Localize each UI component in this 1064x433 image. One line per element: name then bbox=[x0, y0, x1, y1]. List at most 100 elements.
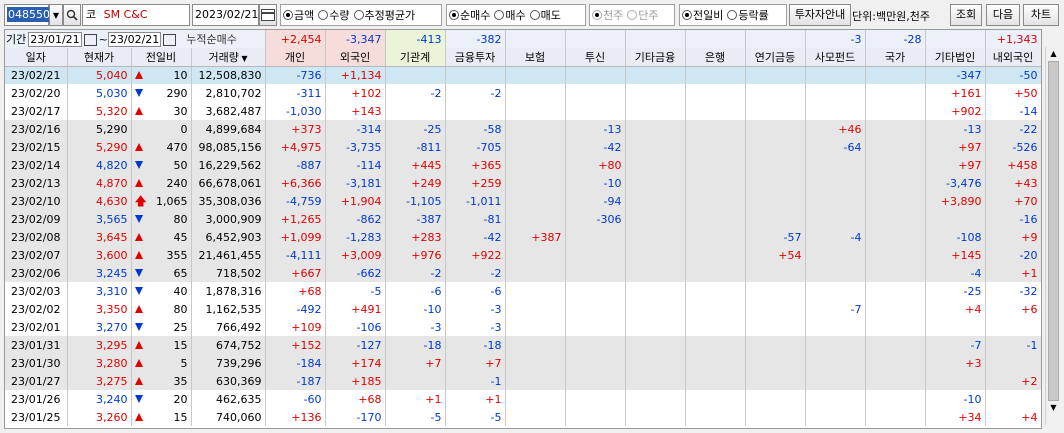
net-buy-cell bbox=[805, 354, 866, 372]
net-buy-cell: -2 bbox=[385, 264, 446, 282]
net-buy-cell bbox=[925, 210, 986, 228]
date-cell: 23/01/27 bbox=[5, 372, 68, 390]
scroll-down-arrow[interactable]: ▼ bbox=[1046, 401, 1061, 415]
net-buy-cell bbox=[865, 318, 926, 336]
net-buy-cell bbox=[745, 120, 806, 138]
net-buy-cell bbox=[625, 354, 686, 372]
table-row[interactable]: 23/02/20 5,030 290 2,810,702 -311 +102 -2 -2 +16… bbox=[5, 84, 1041, 102]
trade-radio-1[interactable]: 매수 bbox=[492, 7, 527, 23]
table-row[interactable]: 23/02/21 5,040 10 12,508,830 -736 +1,134 -347-… bbox=[5, 66, 1041, 84]
to-calendar-icon[interactable] bbox=[163, 34, 177, 46]
scroll-up-arrow[interactable]: ▲ bbox=[1046, 47, 1061, 61]
table-row[interactable]: 23/02/08 3,645 45 6,452,903 +1,099 -1,283 +283… bbox=[5, 228, 1041, 246]
net-buy-cell bbox=[565, 282, 626, 300]
net-buy-cell bbox=[745, 264, 806, 282]
volume-cell: 3,682,487 bbox=[191, 102, 266, 120]
table-row[interactable]: 23/02/14 4,820 50 16,229,562 -887 -114 +445 +36… bbox=[5, 156, 1041, 174]
net-buy-cell: +902 bbox=[925, 102, 986, 120]
net-buy-cell: +1 bbox=[385, 390, 446, 408]
rate-radio-1[interactable]: 등락률 bbox=[725, 7, 770, 23]
up-triangle-icon bbox=[134, 233, 143, 241]
net-buy-cell: +4 bbox=[925, 300, 986, 318]
net-buy-cell bbox=[625, 174, 686, 192]
net-buy-cell bbox=[505, 372, 566, 390]
period-from-input[interactable]: 23/01/21 bbox=[28, 32, 82, 47]
table-row[interactable]: 23/02/16 5,290 0 4,899,684 +373 -314 -25 -58 -13… bbox=[5, 120, 1041, 138]
sum-cell: -3 bbox=[805, 30, 866, 48]
net-buy-cell: -4 bbox=[805, 228, 866, 246]
code-dropdown-button[interactable]: ▼ bbox=[49, 4, 63, 26]
column-header[interactable]: 거래량 ▼ bbox=[191, 48, 266, 67]
header-row: 일자 현재가 전일비 거래량 ▼ 개인 외국인 기관계 금융투자 보험 투신 기타금융 은행 연기금등 사… bbox=[5, 48, 1041, 67]
period-to-input[interactable]: 23/02/21 bbox=[107, 32, 162, 47]
net-buy-cell bbox=[505, 246, 566, 264]
period-selector: 기간 23/01/21 ~23/02/21 누적순매수 bbox=[5, 30, 266, 48]
table-row[interactable]: 23/02/01 3,270 25 766,492 +109 -106 -3 -3 bbox=[5, 318, 1041, 336]
net-buy-cell: +70 bbox=[985, 192, 1041, 210]
change-value: 35 bbox=[173, 374, 188, 388]
table-row[interactable]: 23/01/25 3,260 15 740,060 +136 -170 -5 -5 +34 +4 bbox=[5, 408, 1041, 426]
net-buy-cell: -5 bbox=[325, 282, 386, 300]
table-row[interactable]: 23/02/07 3,600 355 21,461,455 -4,111 +3,009 +9… bbox=[5, 246, 1041, 264]
scroll-thumb[interactable] bbox=[1048, 61, 1059, 401]
table-row[interactable]: 23/02/17 5,320 30 3,682,487 -1,030 +143 +902 -1… bbox=[5, 102, 1041, 120]
table-row[interactable]: 23/01/26 3,240 20 462,635 -60 +68 +1 +1 -10 bbox=[5, 390, 1041, 408]
search-button[interactable]: 조회 bbox=[950, 4, 982, 26]
net-buy-cell: -22 bbox=[985, 120, 1041, 138]
change-cell: 355 bbox=[131, 246, 192, 264]
table-row[interactable]: 23/02/06 3,245 65 718,502 +667 -662 -2 -2 -4 +1 bbox=[5, 264, 1041, 282]
table-row[interactable]: 23/02/02 3,350 80 1,162,535 -492 +491 -10 -3 -7 +… bbox=[5, 300, 1041, 318]
table-row[interactable]: 23/02/03 3,310 40 1,878,316 +68 -5 -6 -6 -25 -32 bbox=[5, 282, 1041, 300]
net-buy-cell bbox=[385, 372, 446, 390]
unit-radio-1[interactable]: 수량 bbox=[316, 7, 351, 23]
net-buy-cell bbox=[625, 84, 686, 102]
table-row[interactable]: 23/01/30 3,280 5 739,296 -184 +174 +7 +7 +3 bbox=[5, 354, 1041, 372]
unit-radio-2[interactable]: 추정평균가 bbox=[352, 7, 418, 23]
net-buy-cell bbox=[865, 228, 926, 246]
table-row[interactable]: 23/01/31 3,295 15 674,752 +152 -127 -18 -18 -7 -1 bbox=[5, 336, 1041, 354]
date-input[interactable]: 2023/02/21 bbox=[192, 4, 259, 26]
up-triangle-icon bbox=[134, 377, 143, 385]
sort-down-icon: ▼ bbox=[238, 53, 248, 63]
table-row[interactable]: 23/02/13 4,870 240 66,678,061 +6,366 -3,181 +2… bbox=[5, 174, 1041, 192]
table-row[interactable]: 23/02/10 4,630 🡅 1,065 35,308,036 -4,759 +1,90… bbox=[5, 192, 1041, 210]
investor-grid: 기간 23/01/21 ~23/02/21 누적순매수 +2,454 -3,347 -413… bbox=[4, 29, 1042, 429]
trade-radio-2[interactable]: 매도 bbox=[528, 7, 563, 23]
table-row[interactable]: 23/02/09 3,565 80 3,000,909 +1,265 -862 -387 -8… bbox=[5, 210, 1041, 228]
chart-button[interactable]: 차트 bbox=[1023, 4, 1059, 26]
net-buy-cell bbox=[625, 156, 686, 174]
net-buy-cell bbox=[685, 174, 746, 192]
volume-cell: 6,452,903 bbox=[191, 228, 266, 246]
price-cell: 4,630 bbox=[67, 192, 132, 210]
vertical-scrollbar[interactable]: ▲ ▼ bbox=[1045, 47, 1061, 425]
net-buy-cell bbox=[505, 174, 566, 192]
qty-radio-1[interactable]: 단주 bbox=[625, 7, 660, 23]
table-row[interactable]: 23/01/27 3,275 35 630,369 -187 +185 -1 +2 bbox=[5, 372, 1041, 390]
volume-cell: 12,508,830 bbox=[191, 66, 266, 84]
date-cell: 23/02/21 bbox=[5, 66, 68, 84]
investor-guide-button[interactable]: 투자자안내 bbox=[789, 4, 851, 26]
net-buy-cell: +1,099 bbox=[265, 228, 326, 246]
net-buy-cell bbox=[745, 138, 806, 156]
radio-circle-icon bbox=[682, 10, 692, 20]
date-cell: 23/02/02 bbox=[5, 300, 68, 318]
next-button[interactable]: 다음 bbox=[986, 4, 1020, 26]
up-triangle-icon bbox=[134, 143, 143, 151]
net-buy-cell bbox=[625, 264, 686, 282]
search-stock-button[interactable] bbox=[63, 4, 81, 26]
net-buy-cell bbox=[865, 192, 926, 210]
date-cell: 23/02/06 bbox=[5, 264, 68, 282]
table-row[interactable]: 23/02/15 5,290 470 98,085,156 +4,975 -3,735 -8… bbox=[5, 138, 1041, 156]
date-calendar-button[interactable] bbox=[259, 4, 277, 26]
stock-name-field[interactable]: 코 SM C&C bbox=[82, 4, 190, 26]
stock-code-input[interactable]: 048550 bbox=[4, 4, 51, 26]
net-buy-cell: +1 bbox=[445, 390, 506, 408]
price-cell: 3,275 bbox=[67, 372, 132, 390]
price-cell: 3,565 bbox=[67, 210, 132, 228]
rate-radio-0[interactable]: 전일비 bbox=[680, 7, 725, 23]
trade-radio-0[interactable]: 순매수 bbox=[447, 7, 492, 23]
net-buy-cell bbox=[685, 210, 746, 228]
qty-radio-0[interactable]: 천주 bbox=[590, 7, 625, 23]
from-calendar-icon[interactable] bbox=[83, 34, 97, 46]
unit-radio-0[interactable]: 금액 bbox=[281, 7, 316, 23]
